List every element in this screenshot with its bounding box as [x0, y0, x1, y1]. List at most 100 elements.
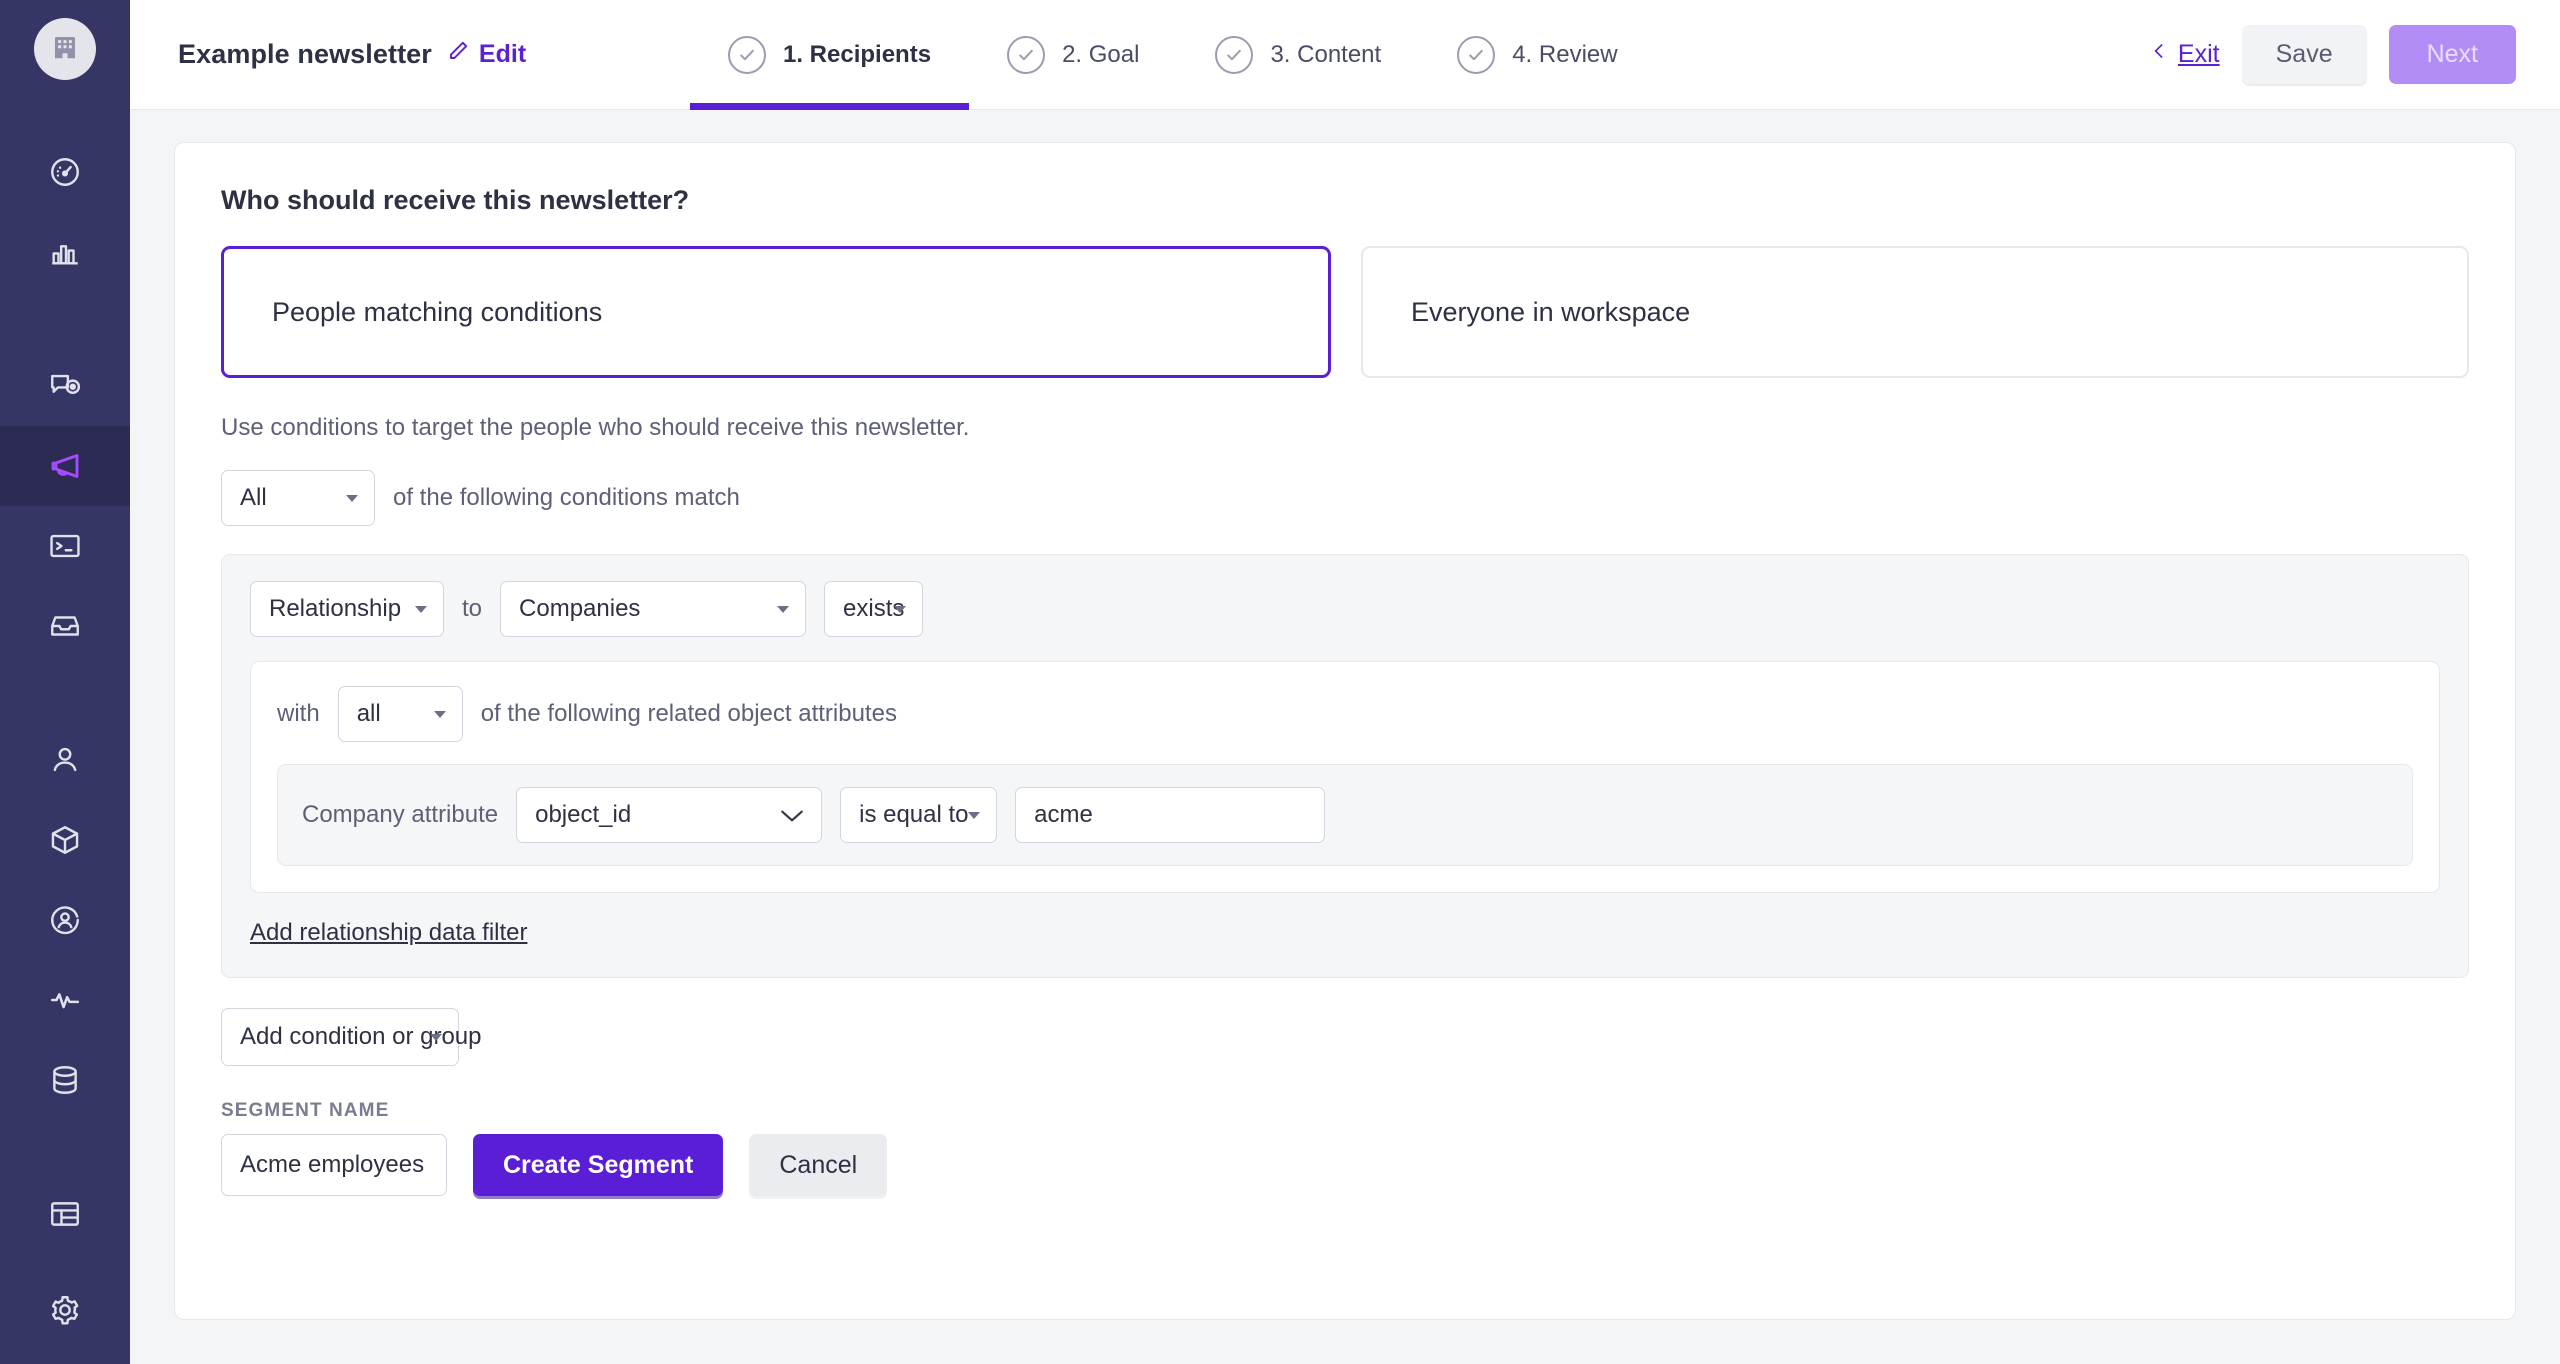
- sidebar-item-dashboard[interactable]: [0, 132, 130, 212]
- chevron-down-icon: [430, 1034, 442, 1041]
- edit-label: Edit: [478, 40, 527, 68]
- relationship-operator-select[interactable]: exists: [824, 581, 924, 637]
- match-mode-row: All of the following conditions match: [221, 470, 2469, 526]
- sidebar-item-inbox[interactable]: [0, 586, 130, 666]
- header-actions: Exit Save Next: [2150, 25, 2560, 84]
- recipients-panel: Who should receive this newsletter? Peop…: [174, 142, 2516, 1320]
- activity-pulse-icon: [48, 983, 82, 1017]
- sidebar-item-analytics[interactable]: [0, 212, 130, 292]
- related-attributes-group: with all of the following related object…: [250, 661, 2440, 893]
- chevron-down-icon: [968, 812, 981, 819]
- condition-type-select[interactable]: Relationship: [250, 581, 444, 637]
- tab-label: 3. Content: [1270, 40, 1382, 68]
- quantifier-select[interactable]: all: [337, 686, 463, 742]
- related-object-value: Companies: [519, 595, 641, 622]
- check-circle-icon: [1215, 35, 1254, 74]
- tab-content[interactable]: 3. Content: [1177, 0, 1419, 110]
- tab-label: 4. Review: [1512, 40, 1618, 68]
- app-header: Example newsletter Edit 1. Recipients 2.…: [130, 0, 2560, 110]
- exit-label: Exit: [2177, 40, 2220, 68]
- tab-review[interactable]: 4. Review: [1419, 0, 1655, 110]
- add-relationship-data-filter-link[interactable]: Add relationship data filter: [250, 919, 528, 947]
- quantifier-row: with all of the following related object…: [277, 686, 2413, 742]
- company-attribute-value: object_id: [535, 801, 632, 828]
- sidebar-item-data[interactable]: [0, 1040, 130, 1120]
- cube-icon: [48, 823, 82, 857]
- sidebar-item-people[interactable]: [0, 720, 130, 800]
- comparator-select[interactable]: is equal to: [840, 787, 998, 843]
- pencil-icon: [446, 39, 470, 70]
- sidebar-item-layouts[interactable]: [0, 1174, 130, 1254]
- chevron-down-icon: [433, 711, 446, 718]
- chevron-down-icon: [779, 802, 805, 828]
- check-circle-icon: [728, 35, 766, 74]
- dashboard-gauge-icon: [48, 155, 82, 189]
- choice-label: Everyone in workspace: [1411, 296, 1691, 327]
- terminal-icon: [48, 529, 82, 563]
- choice-label: People matching conditions: [272, 296, 603, 327]
- message-eye-icon: [48, 369, 82, 403]
- company-attribute-select[interactable]: object_id: [516, 787, 823, 843]
- exit-button[interactable]: Exit: [2150, 39, 2220, 70]
- main-column: Example newsletter Edit 1. Recipients 2.…: [130, 0, 2560, 1364]
- sidebar-item-objects[interactable]: [0, 800, 130, 880]
- building-icon: [50, 32, 80, 67]
- tab-recipients[interactable]: 1. Recipients: [690, 0, 970, 110]
- audience-choice-group: People matching conditions Everyone in w…: [221, 246, 2469, 378]
- match-mode-value: All: [240, 484, 267, 511]
- related-object-select[interactable]: Companies: [500, 581, 807, 637]
- inbox-icon: [48, 609, 82, 643]
- tab-goal[interactable]: 2. Goal: [969, 0, 1177, 110]
- edit-title-button[interactable]: Edit: [446, 39, 526, 70]
- tab-label: 2. Goal: [1062, 40, 1140, 68]
- add-condition-or-group-select[interactable]: Add condition or group: [221, 1008, 482, 1066]
- match-mode-select[interactable]: All: [221, 470, 375, 526]
- app-root: Example newsletter Edit 1. Recipients 2.…: [0, 0, 2560, 1364]
- create-segment-button[interactable]: Create Segment: [473, 1134, 724, 1196]
- choice-everyone-in-workspace[interactable]: Everyone in workspace: [1361, 246, 2469, 378]
- database-icon: [48, 1063, 82, 1097]
- choice-people-matching-conditions[interactable]: People matching conditions: [221, 246, 1331, 378]
- segment-name-input[interactable]: [221, 1134, 447, 1196]
- sidebar-item-activity[interactable]: [0, 960, 130, 1040]
- sidebar: [0, 0, 130, 1364]
- quantifier-value: all: [356, 700, 381, 727]
- comparator-value: is equal to: [859, 801, 969, 828]
- workspace-logo[interactable]: [34, 18, 96, 80]
- save-button[interactable]: Save: [2241, 25, 2367, 84]
- helper-text: Use conditions to target the people who …: [221, 414, 970, 441]
- chevron-left-icon: [2150, 39, 2168, 70]
- chevron-down-icon: [415, 606, 427, 613]
- sidebar-item-campaigns[interactable]: [0, 426, 130, 506]
- condition-group: Relationship to Companies exists with al…: [221, 554, 2469, 978]
- quantifier-suffix: of the following related object attribut…: [480, 700, 897, 727]
- to-label: to: [462, 595, 483, 622]
- person-icon: [48, 743, 82, 777]
- sidebar-item-messages[interactable]: [0, 346, 130, 426]
- page-title: Example newsletter: [178, 39, 432, 69]
- panel-title: Who should receive this newsletter?: [221, 185, 690, 215]
- sidebar-item-audience[interactable]: [0, 880, 130, 960]
- relationship-row: Relationship to Companies exists: [250, 581, 2440, 637]
- check-circle-icon: [1457, 35, 1496, 74]
- megaphone-icon: [47, 448, 83, 484]
- sidebar-item-settings[interactable]: [0, 1270, 130, 1350]
- segment-actions-row: Create Segment Cancel: [221, 1134, 2469, 1196]
- layout-table-icon: [48, 1197, 82, 1231]
- next-button[interactable]: Next: [2388, 25, 2516, 84]
- condition-type-value: Relationship: [269, 595, 402, 622]
- content-area: Who should receive this newsletter? Peop…: [130, 110, 2560, 1364]
- sidebar-item-console[interactable]: [0, 506, 130, 586]
- gear-icon: [48, 1293, 82, 1327]
- chevron-down-icon: [894, 606, 907, 613]
- with-label: with: [277, 700, 320, 727]
- cancel-button[interactable]: Cancel: [749, 1134, 888, 1196]
- tab-label: 1. Recipients: [783, 40, 932, 68]
- bar-chart-icon: [48, 235, 82, 269]
- attribute-filter-row: Company attribute object_id is equal to: [277, 764, 2413, 866]
- chevron-down-icon: [777, 606, 790, 613]
- add-condition-label: Add condition or group: [240, 1023, 482, 1050]
- attribute-value-input[interactable]: [1015, 787, 1326, 843]
- user-circle-icon: [48, 903, 82, 937]
- chevron-down-icon: [346, 495, 358, 502]
